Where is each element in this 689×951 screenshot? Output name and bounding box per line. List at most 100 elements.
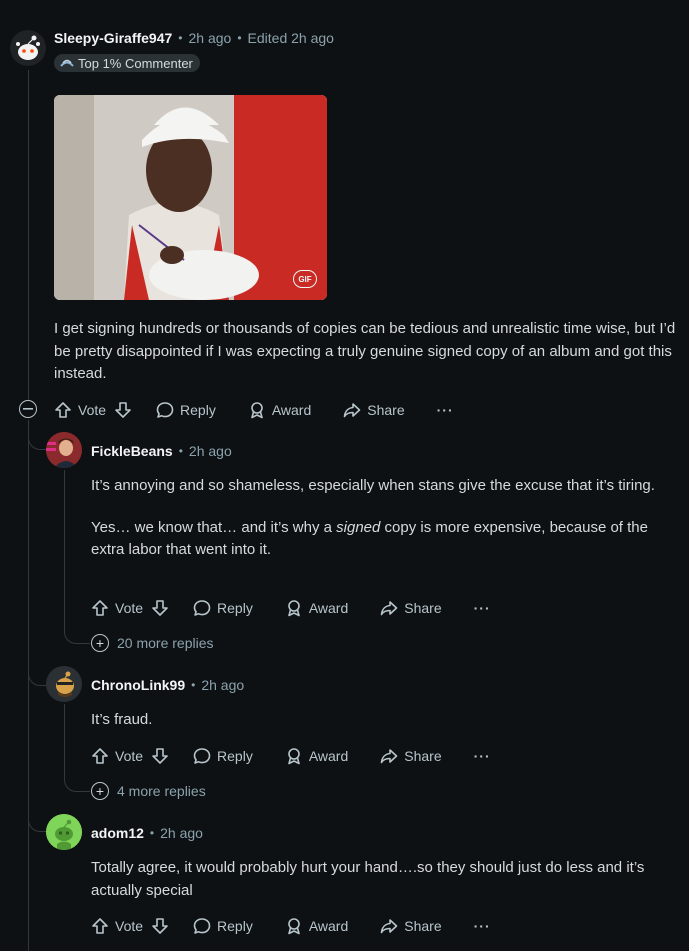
emphasis-text: signed [336,518,381,536]
reply-button[interactable]: Reply [193,599,253,617]
share-button[interactable]: Share [380,917,442,935]
share-button[interactable]: Share [380,599,442,617]
downvote-button[interactable] [151,917,169,935]
award-label: Award [308,918,349,934]
more-options-button[interactable]: ··· [437,402,454,418]
downvote-icon [115,402,131,418]
ellipsis-icon: ··· [473,918,491,934]
share-label: Share [404,918,442,934]
comment-actions: Vote Reply Award Share ··· [54,398,454,422]
separator-dot: • [191,678,196,692]
award-icon [251,402,263,419]
timestamp[interactable]: 2h ago [189,443,232,459]
award-button[interactable]: Award [285,917,348,935]
comment-header: ChronoLink99 • 2h ago [91,677,244,693]
downvote-icon [152,600,168,616]
more-replies-button[interactable]: + 20 more replies [91,634,214,652]
reply-button[interactable]: Reply [156,401,216,419]
thread-line-chrono[interactable] [64,704,65,778]
avatar[interactable] [46,432,82,468]
timestamp[interactable]: 2h ago [189,30,232,46]
comment-header: FickleBeans • 2h ago [91,443,232,459]
upvote-button[interactable]: Vote [91,917,143,935]
plus-icon: + [91,782,109,800]
thread-line-main-lower[interactable] [28,420,29,951]
text-run: Yes… we know that… and it’s why a [91,518,337,536]
reply-icon [156,402,174,418]
reply-label: Reply [217,600,253,616]
gif-image[interactable]: GIF [54,95,327,300]
award-icon [288,600,300,617]
username[interactable]: adom12 [91,825,144,841]
more-options-button[interactable]: ··· [474,918,491,934]
avatar[interactable] [46,814,82,850]
timestamp[interactable]: 2h ago [160,825,203,841]
upvote-button[interactable]: Vote [91,747,143,765]
username[interactable]: ChronoLink99 [91,677,185,693]
collapse-button[interactable] [19,400,37,418]
downvote-button[interactable] [114,401,132,419]
award-label: Award [271,402,312,418]
reply-icon [193,600,211,616]
share-icon [380,749,398,764]
share-icon [343,403,361,418]
username[interactable]: Sleepy-Giraffe947 [54,30,172,46]
snoo-avatar-icon [10,30,46,66]
separator-dot: • [178,31,183,45]
award-button[interactable]: Award [285,599,348,617]
edited-label: Edited 2h ago [247,30,334,46]
thread-line-ficklebeans[interactable] [64,470,65,630]
username[interactable]: FickleBeans [91,443,173,459]
vote-label: Vote [115,918,144,934]
share-button[interactable]: Share [380,747,442,765]
avatar[interactable] [46,666,82,702]
more-options-button[interactable]: ··· [474,748,491,764]
thread-elbow [64,622,90,644]
vote-label: Vote [115,748,144,764]
downvote-button[interactable] [151,599,169,617]
reply-label: Reply [217,748,253,764]
ellipsis-icon: ··· [436,402,454,418]
avatar[interactable] [10,30,46,66]
upvote-button[interactable]: Vote [54,401,106,419]
award-button[interactable]: Award [285,747,348,765]
comment-body: Totally agree, it would probably hurt yo… [91,859,645,899]
separator-dot: • [149,826,155,840]
comment-body: It’s annoying and so shameless, especial… [91,475,676,562]
separator-dot: • [237,31,242,45]
user-avatar-icon [46,432,82,468]
timestamp[interactable]: 2h ago [201,677,244,693]
comment-body: I get signing hundreds or thousands of c… [54,320,676,382]
thread-elbow [28,420,46,450]
reply-icon [193,748,211,764]
vote-label: Vote [115,600,144,616]
reply-button[interactable]: Reply [193,747,253,765]
more-options-button[interactable]: ··· [474,600,491,616]
thread-elbow [28,660,46,686]
thread-elbow [64,770,90,792]
reply-button[interactable]: Reply [193,917,253,935]
share-label: Share [367,402,405,418]
separator-dot: • [178,444,183,458]
more-replies-label: 20 more replies [117,635,214,651]
comment-actions: Vote Reply Award Share ··· [91,596,491,620]
downvote-button[interactable] [151,747,169,765]
award-icon [288,918,300,935]
downvote-icon [152,748,168,764]
award-label: Award [308,600,349,616]
share-icon [380,601,398,616]
share-label: Share [404,600,442,616]
snoo-avatar-icon [46,814,82,850]
award-button[interactable]: Award [248,401,311,419]
snoo-avatar-icon [46,666,82,702]
share-button[interactable]: Share [343,401,405,419]
minus-icon [23,408,33,410]
more-replies-button[interactable]: + 4 more replies [91,782,206,800]
upvote-icon [92,600,108,616]
share-label: Share [404,748,442,764]
reply-icon [193,918,211,934]
gif-illustration [54,95,327,300]
thread-line-main[interactable] [28,70,29,400]
upvote-button[interactable]: Vote [91,599,143,617]
top-commenter-badge: Top 1% Commenter [54,54,200,72]
